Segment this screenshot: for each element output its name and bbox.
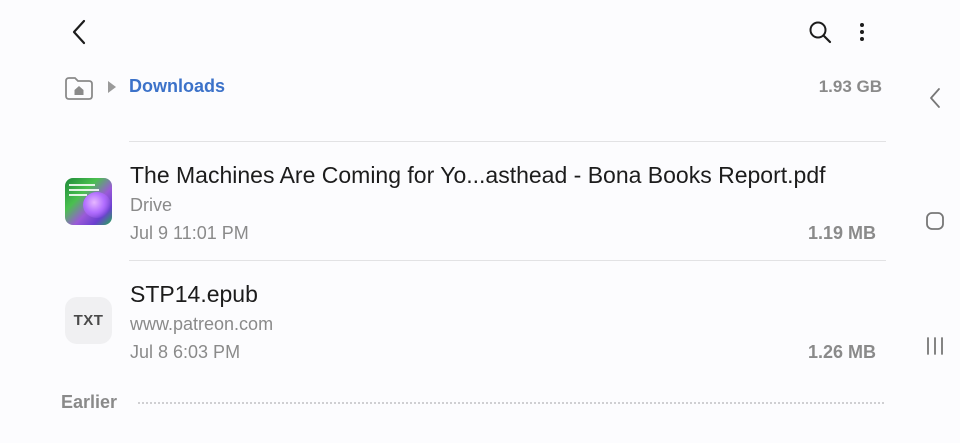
triangle-right-icon	[108, 81, 116, 93]
file-source: Drive	[130, 195, 173, 215]
nav-home-icon	[926, 212, 944, 230]
nav-back-button[interactable]	[924, 86, 946, 110]
file-date: Jul 8 6:03 PM	[130, 342, 241, 362]
txt-thumbnail: TXT	[65, 297, 112, 344]
nav-recents-button[interactable]	[922, 334, 948, 358]
home-folder-button[interactable]	[63, 74, 95, 102]
file-list: ​ ​ The Machines Are Coming for Yo...ast…	[0, 110, 900, 443]
storage-size: 1.93 GB	[818, 77, 882, 96]
more-vert-icon	[860, 23, 864, 41]
file-size: 1.19 MB	[807, 223, 876, 243]
folder-home-icon	[65, 77, 93, 100]
file-date: Jul 9 11:01 PM	[130, 223, 249, 243]
more-options-button[interactable]	[846, 16, 878, 48]
search-button[interactable]	[804, 16, 836, 48]
breadcrumb-current-folder[interactable]: Downloads	[129, 76, 225, 97]
file-source: www.patreon.com	[130, 314, 274, 334]
file-size: 1.26 MB	[807, 342, 876, 362]
list-divider	[129, 260, 886, 261]
section-divider-dots	[138, 402, 884, 404]
nav-home-button[interactable]	[924, 210, 946, 232]
search-icon	[809, 21, 832, 44]
back-button[interactable]	[64, 16, 96, 48]
back-arrow-icon	[72, 19, 86, 45]
list-divider	[129, 141, 886, 142]
pdf-thumbnail	[65, 178, 112, 225]
file-title: STP14.epub	[130, 281, 258, 307]
list-item[interactable]: The Machines Are Coming for Yo...asthead…	[0, 154, 900, 254]
partially-hidden-row: ​ ​	[129, 110, 879, 122]
nav-back-icon	[930, 88, 940, 108]
file-title: The Machines Are Coming for Yo...asthead…	[130, 162, 826, 188]
section-header-earlier: Earlier	[61, 392, 118, 412]
list-item[interactable]: TXT STP14.epub www.patreon.com Jul 8 6:0…	[0, 273, 900, 373]
nav-recents-icon	[927, 337, 943, 355]
file-manager-screen: Downloads 1.93 GB ​ ​ The Machines Are C…	[0, 0, 960, 443]
